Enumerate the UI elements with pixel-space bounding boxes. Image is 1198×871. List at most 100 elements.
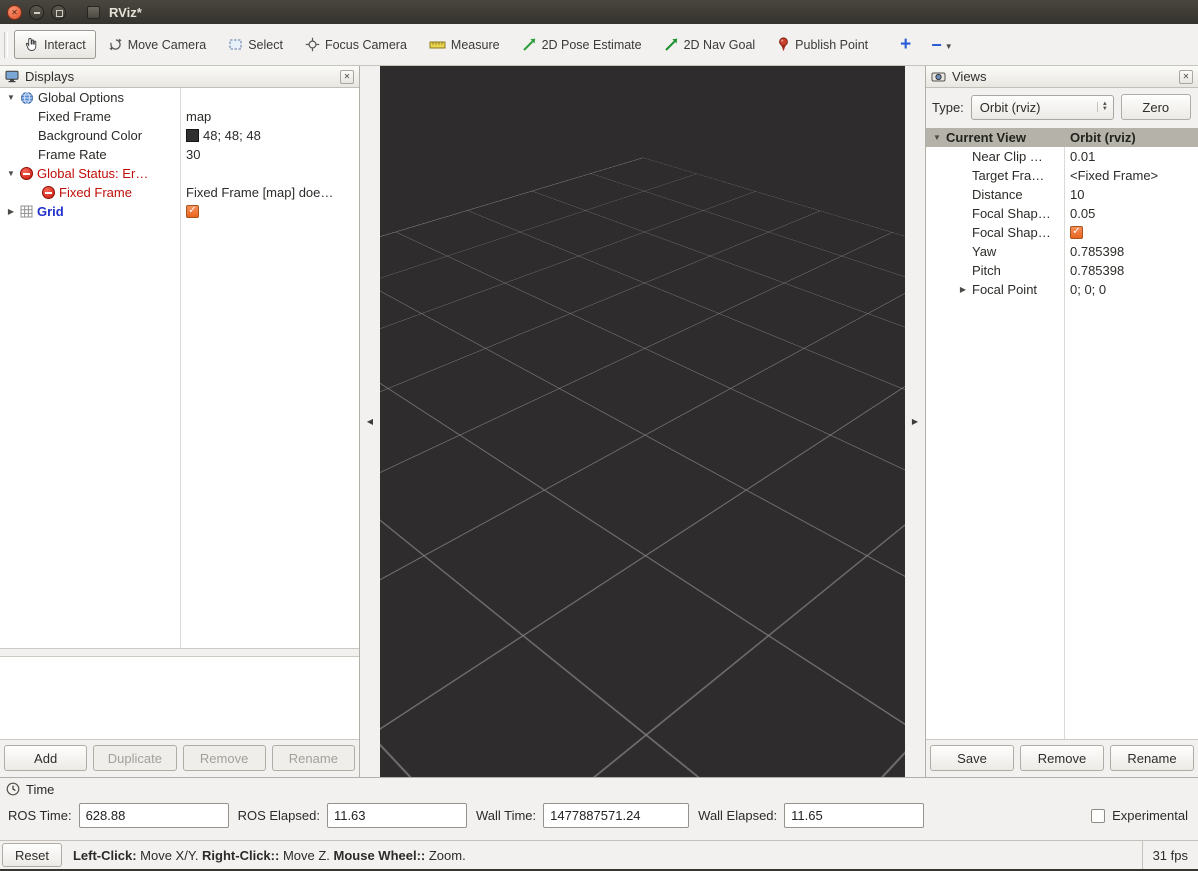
row-value[interactable]: 0.785398 (1070, 263, 1124, 278)
chevron-down-icon[interactable]: ▼ (945, 42, 953, 51)
tree-row-background-color[interactable]: Background Color 48; 48; 48 (0, 126, 359, 145)
row-label: Current View (946, 130, 1026, 145)
tree-row-frame-rate[interactable]: Frame Rate 30 (0, 145, 359, 164)
tree-row-yaw[interactable]: Yaw 0.785398 (926, 242, 1198, 261)
close-window-button[interactable] (7, 5, 22, 20)
tool-publish-point[interactable]: Publish Point (767, 30, 878, 59)
grid-icon (20, 205, 33, 218)
tool-select[interactable]: Select (218, 30, 293, 59)
views-icon (931, 71, 946, 83)
color-swatch[interactable] (186, 129, 199, 142)
fps-indicator: 31 fps (1142, 841, 1198, 869)
save-button[interactable]: Save (930, 745, 1014, 771)
minus-icon: − (931, 39, 942, 51)
tool-move-camera[interactable]: Move Camera (98, 30, 217, 59)
collapse-left-arrow-icon[interactable]: ◀ (367, 417, 373, 426)
tool-2d-nav-goal[interactable]: 2D Nav Goal (654, 30, 766, 59)
row-value[interactable]: 0.785398 (1070, 244, 1124, 259)
tree-row-pitch[interactable]: Pitch 0.785398 (926, 261, 1198, 280)
view-type-value: Orbit (rviz) (980, 100, 1093, 115)
displays-close-button[interactable] (340, 70, 354, 84)
tool-measure[interactable]: Measure (419, 31, 510, 59)
row-value[interactable]: 0; 0; 0 (1070, 282, 1106, 297)
main-area: Displays ▼ Global Options Fixed Frame ma… (0, 66, 1198, 777)
expander-closed-icon[interactable]: ▶ (6, 207, 16, 216)
row-value[interactable]: 48; 48; 48 (203, 128, 261, 143)
expander-open-icon[interactable]: ▼ (6, 169, 16, 178)
tool-label: 2D Pose Estimate (542, 38, 642, 52)
collapse-right-arrow-icon[interactable]: ▶ (912, 417, 918, 426)
expander-closed-icon[interactable]: ▶ (958, 285, 968, 294)
row-label: Global Options (38, 90, 124, 105)
tool-focus-camera[interactable]: Focus Camera (295, 30, 417, 59)
tree-row-global-options[interactable]: ▼ Global Options (0, 88, 359, 107)
orbit-icon (108, 37, 123, 52)
toolbar-drag-handle[interactable] (4, 32, 8, 58)
tree-row-current-view[interactable]: ▼ Current View Orbit (rviz) (926, 128, 1198, 147)
tree-row-distance[interactable]: Distance 10 (926, 185, 1198, 204)
right-splitter[interactable]: ▶ (905, 66, 925, 777)
row-value[interactable]: 0.01 (1070, 149, 1095, 164)
tree-row-fixed-frame[interactable]: Fixed Frame map (0, 107, 359, 126)
remove-tool-button[interactable]: − ▼ (927, 37, 956, 53)
wall-time-label: Wall Time: (476, 808, 536, 823)
row-label: Focal Shap… (972, 225, 1051, 240)
views-tree: ▼ Current View Orbit (rviz) Near Clip … … (926, 128, 1198, 740)
rename-view-button[interactable]: Rename (1110, 745, 1194, 771)
view-type-select[interactable]: Orbit (rviz) ▲▼ (971, 95, 1114, 120)
remove-view-button[interactable]: Remove (1020, 745, 1104, 771)
row-label: Fixed Frame (59, 185, 132, 200)
reset-button[interactable]: Reset (2, 843, 62, 867)
tree-row-status-fixed-frame[interactable]: Fixed Frame Fixed Frame [map] doe… (0, 183, 359, 202)
tool-2d-pose-estimate[interactable]: 2D Pose Estimate (512, 30, 652, 59)
tree-row-focal-shape-size[interactable]: Focal Shap… 0.05 (926, 204, 1198, 223)
rename-button[interactable]: Rename (272, 745, 355, 771)
view-type-row: Type: Orbit (rviz) ▲▼ Zero (926, 88, 1198, 126)
displays-panel-title: Displays (25, 69, 334, 84)
duplicate-button[interactable]: Duplicate (93, 745, 176, 771)
row-value[interactable]: map (186, 109, 211, 124)
row-label: Global Status: Er… (37, 166, 148, 181)
row-value[interactable]: 10 (1070, 187, 1084, 202)
ruler-icon (429, 38, 446, 51)
tree-row-focal-point[interactable]: ▶ Focal Point 0; 0; 0 (926, 280, 1198, 299)
wall-elapsed-input[interactable] (784, 803, 924, 828)
tool-interact[interactable]: Interact (14, 30, 96, 59)
ros-elapsed-input[interactable] (327, 803, 467, 828)
row-value[interactable]: 0.05 (1070, 206, 1095, 221)
displays-tree: ▼ Global Options Fixed Frame map Backgro… (0, 88, 359, 649)
maximize-window-button[interactable] (51, 5, 66, 20)
globe-icon (20, 91, 34, 105)
tree-row-grid[interactable]: ▶ Grid (0, 202, 359, 221)
tree-row-focal-shape-fixed[interactable]: Focal Shap… (926, 223, 1198, 242)
tree-row-near-clip[interactable]: Near Clip … 0.01 (926, 147, 1198, 166)
tree-row-global-status[interactable]: ▼ Global Status: Er… (0, 164, 359, 183)
tree-row-target-frame[interactable]: Target Fra… <Fixed Frame> (926, 166, 1198, 185)
views-close-button[interactable] (1179, 70, 1193, 84)
tool-label: Select (248, 38, 283, 52)
views-panel-title: Views (952, 69, 1173, 84)
displays-panel: Displays ▼ Global Options Fixed Frame ma… (0, 66, 360, 777)
row-value[interactable]: 30 (186, 147, 200, 162)
displays-icon (5, 70, 19, 83)
focal-shape-checkbox[interactable] (1070, 226, 1083, 239)
ros-time-input[interactable] (79, 803, 229, 828)
error-icon (42, 186, 55, 199)
expander-open-icon[interactable]: ▼ (6, 93, 16, 102)
wall-time-input[interactable] (543, 803, 689, 828)
3d-viewport[interactable] (380, 66, 905, 777)
row-label: Target Fra… (972, 168, 1044, 183)
row-value[interactable]: <Fixed Frame> (1070, 168, 1158, 183)
row-label: Pitch (972, 263, 1001, 278)
ground-grid (380, 157, 905, 777)
left-splitter[interactable]: ◀ (360, 66, 380, 777)
experimental-checkbox[interactable] (1091, 809, 1105, 823)
remove-button[interactable]: Remove (183, 745, 266, 771)
hint-text: Zoom. (425, 848, 465, 863)
expander-open-icon[interactable]: ▼ (932, 133, 942, 142)
minimize-window-button[interactable] (29, 5, 44, 20)
grid-enabled-checkbox[interactable] (186, 205, 199, 218)
zero-button[interactable]: Zero (1121, 94, 1191, 120)
add-tool-button[interactable]: + (894, 36, 917, 54)
add-button[interactable]: Add (4, 745, 87, 771)
